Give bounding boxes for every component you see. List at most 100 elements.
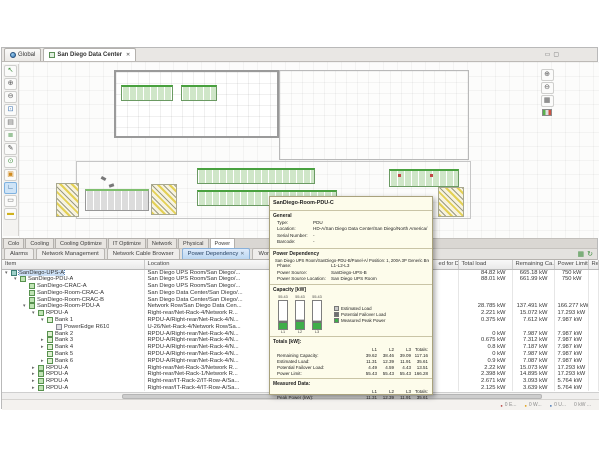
rack-row[interactable] — [85, 189, 149, 211]
alarm-marker — [398, 174, 401, 177]
phase-column-header: Totals: — [412, 346, 429, 352]
remaining-capacity-cell: 3.093 kW — [512, 378, 554, 385]
fit-view-tool-button[interactable]: ⊡ — [4, 104, 17, 116]
minimize-icon[interactable]: ▭ — [545, 51, 551, 58]
wall-tool-button[interactable]: ∟ — [4, 182, 17, 194]
gauge-phase-label: L2 — [294, 330, 306, 335]
layer-tab-power[interactable]: Power — [210, 238, 236, 248]
error-count: ●0 E... — [500, 402, 516, 408]
select-tool-button[interactable]: ↖ — [4, 65, 17, 77]
bank-icon — [47, 351, 53, 357]
rpdu-icon — [38, 371, 44, 377]
remaining-capacity-cell — [512, 323, 554, 330]
zone-tool-button[interactable]: ▬ — [4, 208, 17, 220]
item-cell: Bank 5 — [2, 351, 144, 358]
rack-row[interactable] — [389, 169, 459, 187]
layer-tab-physical[interactable]: Physical — [178, 238, 208, 248]
power-limit-cell: 7.987 kW — [554, 317, 588, 324]
maximize-icon[interactable]: ▢ — [553, 51, 559, 58]
remaining-capacity-cell: 3.639 kW — [512, 385, 554, 392]
lock-tool-button[interactable]: ▣ — [4, 169, 17, 181]
total-load-cell: 0 kW — [458, 330, 512, 337]
editor-tab-label: San Diego Data Center — [57, 52, 122, 58]
refresh-icon[interactable]: ↻ — [587, 250, 593, 258]
view-tab-network-management[interactable]: Network Management — [36, 248, 105, 259]
layer-tab-cooling[interactable]: Cooling — [25, 238, 54, 248]
table-view-icon[interactable]: ▦ — [578, 250, 585, 258]
item-cell: ▾SanDiego-Room-PDU-A — [2, 303, 144, 310]
item-cell: ▸RPDU-A — [2, 378, 144, 385]
layer-tab-network[interactable]: Network — [147, 238, 177, 248]
total-load-cell — [458, 296, 512, 303]
status-text: 0 U... — [554, 402, 566, 408]
property-row: Barcode:- — [273, 239, 429, 245]
power-limit-cell: 5.764 kW — [554, 378, 588, 385]
room-tool-button[interactable]: ▭ — [4, 195, 17, 207]
view-tab-power-dependency[interactable]: Power Dependency✕ — [182, 248, 251, 259]
column-header-total-load[interactable]: Total load — [458, 260, 512, 269]
item-label: RPDU-A — [46, 310, 68, 316]
overflow-cell — [588, 269, 598, 276]
remaining-capacity-cell: 14.895 kW — [512, 371, 554, 378]
rpdu-icon — [38, 385, 44, 391]
navigate-tool-button[interactable]: ⊙ — [4, 156, 17, 168]
total-load-cell: 0.8 kW — [458, 344, 512, 351]
room-outline-right[interactable] — [279, 70, 469, 160]
bank-icon — [47, 331, 53, 337]
view-tab-label: Network Cable Browser — [113, 249, 174, 260]
tab-close-icon[interactable]: ✕ — [126, 52, 130, 58]
pdu-icon — [20, 276, 26, 282]
tree-node: ▸RPDU-A — [5, 385, 141, 391]
view-tab-alarms[interactable]: Alarms — [4, 248, 34, 259]
zoom-out-tool-button[interactable]: ⊖ — [4, 91, 17, 103]
editor-tab-label: Global — [18, 52, 35, 58]
location-cell: Right-rear/IT-Rack-2/IT-Row-A/Sa... — [144, 378, 284, 385]
item-cell: ▸Bank 3 — [2, 337, 144, 344]
editor-tab-san-diego-data-center[interactable]: San Diego Data Center ✕ — [43, 48, 136, 61]
tree-node: ▾SanDiego-Room-PDU-A — [5, 303, 141, 309]
zoom-in-tool-button[interactable]: ⊕ — [4, 78, 17, 90]
column-header-remaining-ca[interactable]: Remaining Ca... — [512, 260, 554, 269]
gauge-bar — [312, 300, 322, 330]
gauge-phase-label: L1 — [277, 330, 289, 335]
item-label: RPDU-A — [46, 385, 68, 391]
rack-row[interactable] — [197, 168, 315, 184]
tree-node: ▸Bank 6 — [5, 358, 141, 364]
bank-icon — [47, 317, 53, 323]
edit-tool-button[interactable]: ✎ — [4, 143, 17, 155]
view-tab-network-cable-browser[interactable]: Network Cable Browser — [107, 248, 180, 259]
layers-tool-button[interactable]: ≣ — [4, 130, 17, 142]
column-header-power-limit[interactable]: Power Limit — [554, 260, 588, 269]
print-tool-button[interactable]: ▤ — [4, 117, 17, 129]
pdu-icon — [29, 303, 35, 309]
power-limit-cell: 166.277 kW — [554, 303, 588, 310]
power-limit-cell — [554, 283, 588, 290]
layer-tab-cooling-optimize[interactable]: Cooling Optimize — [55, 238, 107, 248]
legend-item: Measured Peak Power — [334, 318, 386, 324]
column-header-location[interactable]: Location — [144, 260, 284, 269]
overflow-cell — [588, 310, 598, 317]
item-cell: ▾SanDiego-PDU-A — [2, 276, 144, 283]
estimated-segment — [313, 320, 321, 321]
column-header-re[interactable]: Re... — [588, 260, 598, 269]
item-cell: PowerEdge R610 — [2, 323, 144, 330]
power-limit-cell: 750 kW — [554, 276, 588, 283]
remaining-capacity-cell: 661.99 kW — [512, 276, 554, 283]
map-zoom-in-button[interactable]: ⊕ — [541, 69, 554, 81]
rack-row[interactable] — [121, 85, 173, 101]
capacity-gauge-l3: 55.43L3 — [311, 295, 323, 334]
column-header-item[interactable]: Item — [2, 260, 144, 269]
editor-tab-bar: Global San Diego Data Center ✕ — [2, 48, 597, 62]
map-zoom-out-button[interactable]: ⊖ — [541, 82, 554, 94]
editor-tab-global[interactable]: Global — [4, 48, 41, 61]
tab-close-icon[interactable]: ✕ — [240, 249, 244, 260]
rack-row[interactable] — [181, 85, 217, 101]
total-load-cell: 88.01 kW — [458, 276, 512, 283]
overview-button[interactable]: ▦ — [541, 95, 554, 107]
room-outline-main[interactable] — [114, 70, 279, 138]
item-label: SanDiego-Room-PDU-A — [37, 303, 100, 309]
total-load-cell — [458, 283, 512, 290]
bank-icon — [47, 358, 53, 364]
layer-tab-colo[interactable]: Colo — [3, 238, 24, 248]
layer-tab-it-optimize[interactable]: IT Optimize — [108, 238, 146, 248]
